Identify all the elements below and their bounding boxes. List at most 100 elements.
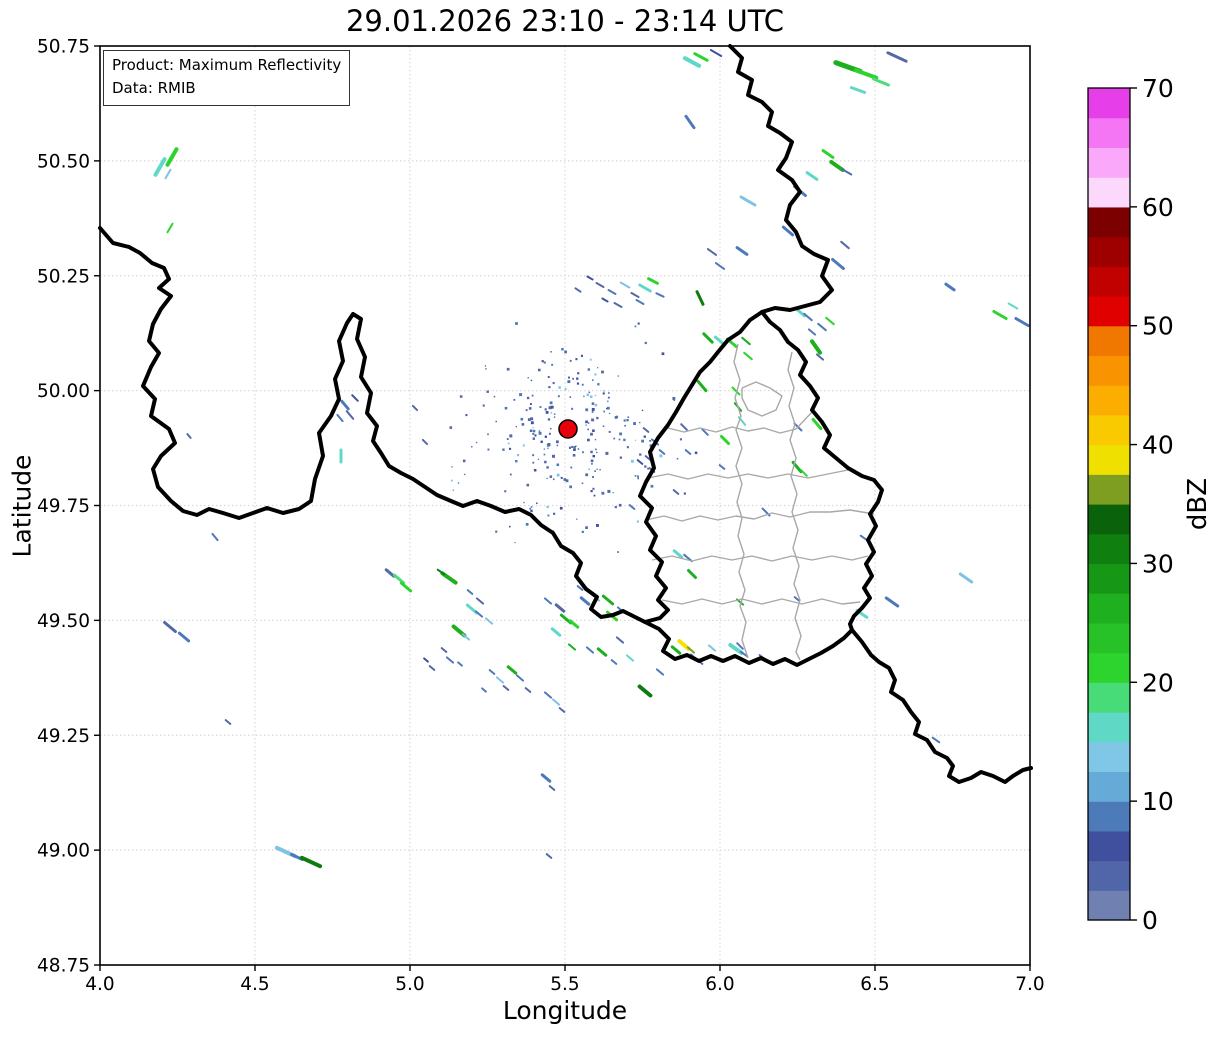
radar-echo bbox=[886, 51, 908, 63]
clutter-dot bbox=[634, 325, 637, 328]
clutter-dot bbox=[545, 411, 549, 414]
radar-echo bbox=[495, 676, 505, 684]
clutter-dot bbox=[546, 477, 548, 480]
clutter-dot bbox=[526, 483, 530, 487]
colorbar-tick-label: 30 bbox=[1142, 549, 1174, 578]
radar-echo bbox=[805, 171, 819, 181]
clutter-dot bbox=[527, 418, 531, 421]
clutter-dot bbox=[552, 454, 555, 458]
radar-echo bbox=[576, 585, 584, 591]
colorbar-segment bbox=[1088, 771, 1130, 802]
clutter-dot bbox=[608, 392, 610, 394]
clutter-dot bbox=[556, 444, 559, 447]
clutter-dot bbox=[504, 406, 508, 410]
colorbar-tick-label: 50 bbox=[1142, 312, 1174, 341]
clutter-dot bbox=[543, 361, 546, 364]
radar-echo bbox=[682, 56, 702, 68]
colorbar-segment bbox=[1088, 474, 1130, 505]
clutter-dot bbox=[588, 391, 591, 394]
country-border-path bbox=[638, 310, 764, 624]
radar-echo bbox=[720, 435, 730, 445]
clutter-dot bbox=[586, 393, 589, 396]
clutter-dot bbox=[509, 434, 513, 438]
colorbar-segment bbox=[1088, 177, 1130, 208]
clutter-dot bbox=[573, 448, 576, 451]
radar-echo bbox=[551, 698, 561, 706]
clutter-dot bbox=[595, 448, 597, 451]
clutter-dot bbox=[609, 412, 611, 414]
clutter-dot bbox=[583, 395, 585, 397]
clutter-dot bbox=[532, 461, 535, 464]
y-tick-label: 50.25 bbox=[37, 266, 90, 287]
colorbar-tick-label: 70 bbox=[1142, 74, 1174, 103]
radar-echo bbox=[484, 617, 494, 625]
radar-echo bbox=[558, 707, 566, 713]
clutter-dot bbox=[504, 490, 507, 493]
colorbar-segment bbox=[1088, 682, 1130, 713]
radar-echo bbox=[693, 52, 709, 62]
y-tick-label: 49.75 bbox=[37, 496, 90, 517]
clutter-dot bbox=[623, 438, 626, 442]
y-tick-label: 50.50 bbox=[37, 151, 90, 172]
radar-echo bbox=[810, 339, 822, 355]
clutter-dot bbox=[544, 435, 547, 438]
y-tick-label: 50.00 bbox=[37, 381, 90, 402]
radar-echo bbox=[872, 77, 890, 87]
clutter-dot bbox=[540, 440, 543, 443]
radar-echo bbox=[466, 589, 474, 595]
clutter-dot bbox=[694, 451, 698, 455]
radar-echo bbox=[680, 423, 688, 431]
clutter-dot bbox=[487, 448, 490, 451]
clutter-dot bbox=[514, 542, 516, 544]
clutter-dot bbox=[536, 502, 538, 504]
data-source-line: Data: RMIB bbox=[112, 79, 196, 98]
clutter-dot bbox=[599, 469, 601, 471]
clutter-dot bbox=[530, 403, 532, 405]
colorbar-tick-label: 40 bbox=[1142, 431, 1174, 460]
clutter-dot bbox=[530, 421, 534, 425]
clutter-dot bbox=[576, 382, 580, 385]
clutter-dot bbox=[559, 506, 563, 510]
clutter-dot bbox=[558, 386, 561, 389]
clutter-dot bbox=[553, 413, 556, 415]
radar-echo bbox=[421, 438, 429, 446]
radar-echo bbox=[224, 719, 232, 725]
clutter-dot bbox=[592, 454, 595, 458]
clutter-dot bbox=[525, 409, 528, 412]
clutter-dot bbox=[532, 437, 535, 440]
radar-echo bbox=[849, 86, 867, 94]
clutter-dot bbox=[588, 468, 590, 471]
clutter-dot bbox=[661, 352, 665, 356]
colorbar-segment bbox=[1088, 414, 1130, 446]
radar-site-dot bbox=[558, 419, 578, 439]
clutter-dot bbox=[557, 395, 560, 398]
clutter-dot bbox=[571, 445, 574, 448]
clutter-dot bbox=[528, 407, 532, 410]
clutter-dot bbox=[659, 454, 663, 458]
colorbar-segment bbox=[1088, 504, 1130, 535]
clutter-dot bbox=[592, 379, 594, 381]
clutter-dot bbox=[551, 363, 554, 366]
clutter-dot bbox=[618, 503, 622, 507]
radar-echo bbox=[428, 665, 436, 671]
radar-map-canvas: 4.0 4.5 5.0 5.5 6.0 6.5 7.0 50.75 50.50 50.25 50.0… bbox=[37, 37, 1174, 996]
radar-echo bbox=[543, 691, 553, 699]
colorbar-segment bbox=[1088, 801, 1130, 832]
radar-echo bbox=[714, 262, 726, 270]
clutter-dot bbox=[577, 372, 580, 375]
radar-echo bbox=[841, 168, 853, 176]
clutter-dot bbox=[550, 412, 553, 414]
clutter-dot bbox=[549, 475, 553, 478]
y-axis-label: Latitude bbox=[7, 454, 37, 558]
radar-echo bbox=[695, 290, 705, 306]
colorbar-segment bbox=[1088, 622, 1130, 654]
clutter-dot bbox=[509, 525, 511, 528]
radar-echo bbox=[524, 687, 532, 693]
clutter-dot bbox=[532, 427, 534, 429]
radar-echo bbox=[944, 282, 956, 292]
colorbar-segment bbox=[1088, 533, 1130, 565]
colorbar-segment bbox=[1088, 206, 1130, 238]
region-border-path bbox=[787, 351, 802, 661]
clutter-dot bbox=[521, 423, 525, 426]
clutter-dot bbox=[587, 368, 590, 371]
